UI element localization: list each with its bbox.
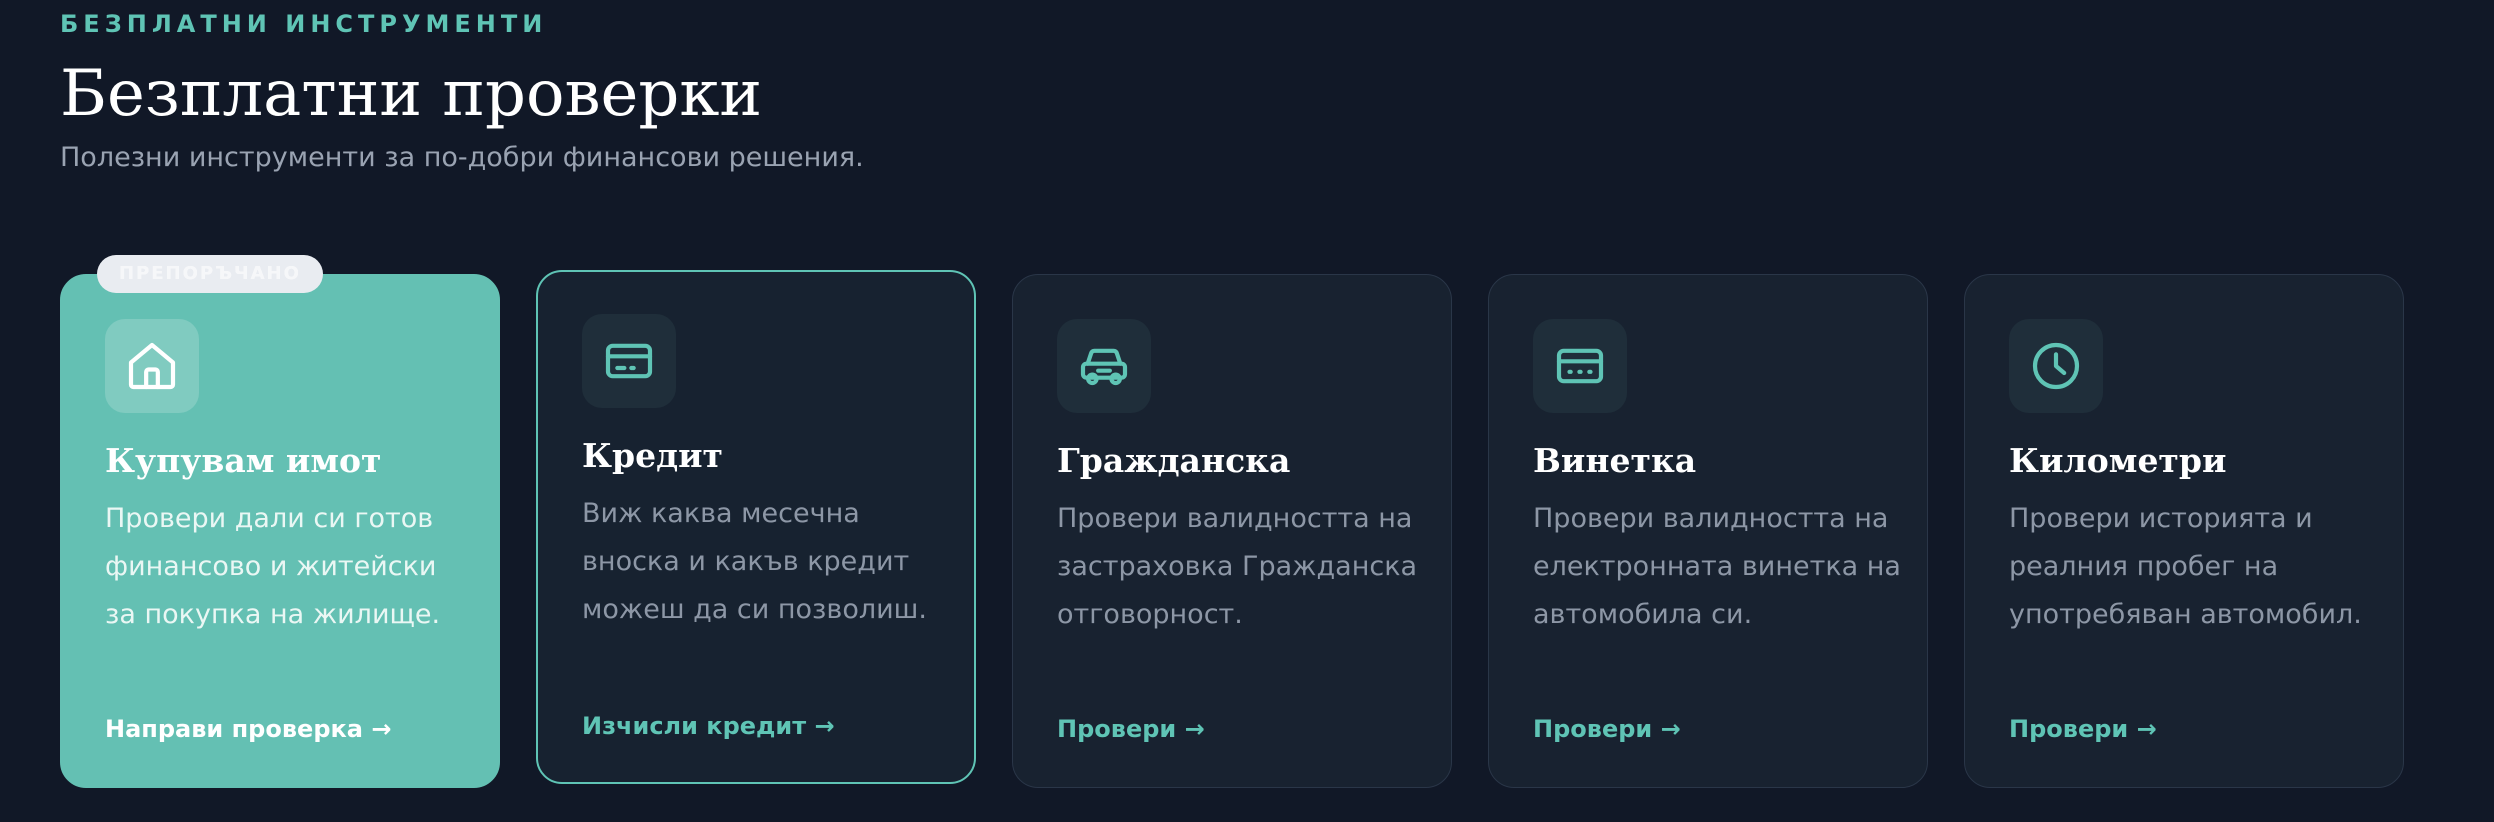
card-title: Купувам имот bbox=[105, 441, 382, 480]
calculate-credit-link[interactable]: Изчисли кредит → bbox=[582, 712, 835, 740]
ticket-card-icon bbox=[1533, 319, 1627, 413]
card-description: Провери валидността на застраховка Гражд… bbox=[1057, 503, 1418, 630]
tool-card-kilometers[interactable]: Километри Провери историята и реалния пр… bbox=[1964, 274, 2404, 788]
car-icon bbox=[1057, 319, 1151, 413]
clock-icon bbox=[2009, 319, 2103, 413]
section-subtitle: Полезни инструменти за по-добри финансов… bbox=[60, 142, 864, 173]
home-icon bbox=[105, 319, 199, 413]
card-description: Провери валидността на електронната вине… bbox=[1533, 503, 1901, 630]
check-link[interactable]: Провери → bbox=[1057, 715, 1205, 743]
check-link[interactable]: Направи проверка → bbox=[105, 715, 391, 743]
tool-card-vignette[interactable]: Винетка Провери валидността на електронн… bbox=[1488, 274, 1928, 788]
free-tools-section: БЕЗПЛАТНИ ИНСТРУМЕНТИ Безплатни проверки… bbox=[60, 0, 2460, 822]
card-title: Гражданска bbox=[1057, 441, 1291, 480]
section-eyebrow: БЕЗПЛАТНИ ИНСТРУМЕНТИ bbox=[60, 10, 548, 38]
credit-card-icon bbox=[582, 314, 676, 408]
check-link[interactable]: Провери → bbox=[1533, 715, 1681, 743]
recommended-badge: ПРЕПОРЪЧАНО bbox=[97, 255, 323, 293]
card-title: Километри bbox=[2009, 441, 2227, 480]
tool-card-buy-property[interactable]: ПРЕПОРЪЧАНО Купувам имот Провери дали си… bbox=[60, 255, 500, 788]
card-title: Винетка bbox=[1533, 441, 1697, 480]
check-link[interactable]: Провери → bbox=[2009, 715, 2157, 743]
tool-card-credit[interactable]: Кредит Виж каква месечна вноска и какъв … bbox=[536, 270, 976, 784]
section-title: Безплатни проверки bbox=[60, 57, 763, 131]
card-title: Кредит bbox=[582, 436, 724, 475]
card-description: Виж каква месечна вноска и какъв кредит … bbox=[582, 498, 927, 625]
tool-card-civil-liability[interactable]: Гражданска Провери валидността на застра… bbox=[1012, 274, 1452, 788]
card-description: Провери историята и реалния пробег на уп… bbox=[2009, 503, 2362, 630]
card-description: Провери дали си готов финансово и житейс… bbox=[105, 503, 441, 630]
